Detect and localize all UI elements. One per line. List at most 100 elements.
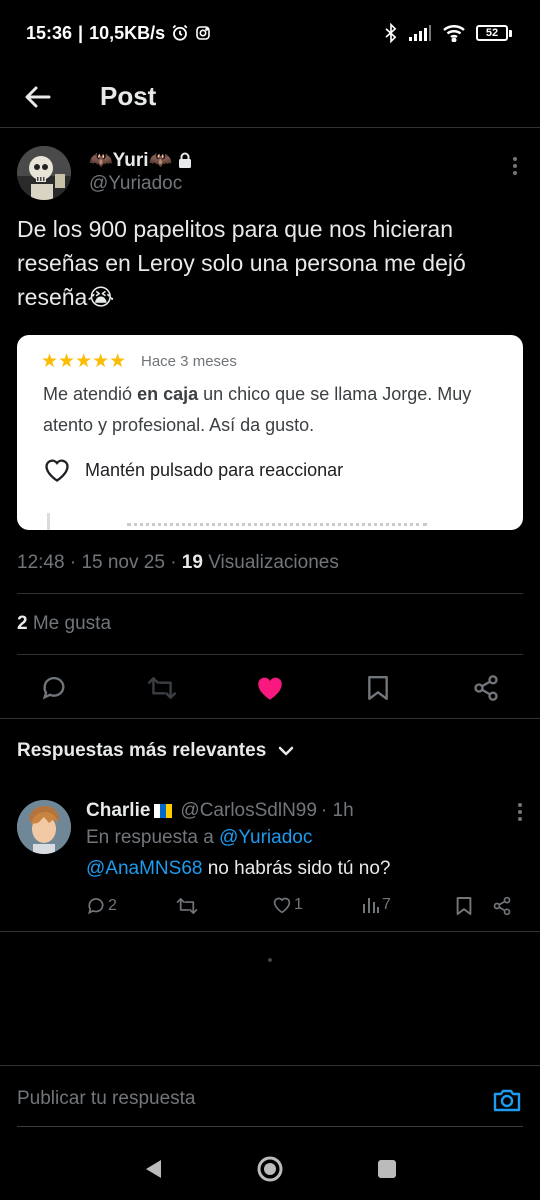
system-nav-bar [0, 1136, 540, 1200]
status-time: 15:36 [26, 22, 73, 43]
signal-icon [408, 24, 432, 42]
reply-repost-button[interactable] [176, 896, 198, 916]
post-image[interactable]: ★★★★★ Hace 3 meses Me atendió en caja un… [17, 335, 523, 530]
nav-recents-button[interactable] [370, 1152, 404, 1186]
post-time: 12:48 [17, 552, 65, 573]
bookmark-icon [456, 897, 472, 915]
reply-compose-input[interactable]: Publicar tu respuesta [17, 1088, 196, 1110]
reply-bookmark-button[interactable] [456, 896, 472, 916]
review-text-start: Me atendió [43, 384, 138, 404]
reply-text: @AnaMNS68 no habrás sido tú no? [86, 858, 390, 880]
share-icon [493, 896, 511, 916]
camera-button[interactable] [491, 1084, 523, 1116]
reply-like-count: 1 [294, 896, 303, 913]
reply-body: no habrás sido tú no? [202, 858, 391, 879]
reply-to-link[interactable]: @Yuriadoc [219, 827, 312, 848]
reply-to-line: En respuesta a @Yuriadoc [86, 827, 312, 849]
views-count: 19 [181, 552, 203, 573]
status-left: 15:36 | 10,5KB/s [26, 23, 211, 44]
divider-actions [0, 718, 540, 719]
camera-icon [493, 1089, 521, 1112]
likes-count: 2 [17, 613, 28, 634]
nav-back-button[interactable] [136, 1152, 170, 1186]
loading-indicator [268, 958, 272, 962]
replies-sort-label: Respuestas más relevantes [17, 740, 267, 761]
circle-home-icon [257, 1156, 283, 1182]
share-icon [474, 675, 498, 701]
page-title: Post [100, 81, 157, 111]
top-app-bar: Post [0, 66, 540, 128]
canary-flag-icon [154, 804, 173, 818]
reply-avatar[interactable] [17, 800, 71, 854]
divider-top [17, 593, 523, 594]
wifi-icon [442, 24, 466, 42]
post-action-bar [0, 660, 540, 716]
lock-icon [179, 152, 192, 168]
reply-share-button[interactable] [492, 896, 512, 916]
reply-author-handle[interactable]: @CarlosSdlN99 [180, 800, 317, 822]
alarm-icon [171, 24, 189, 42]
reply-icon [87, 898, 104, 915]
like-button[interactable] [242, 660, 298, 716]
arrow-left-icon [25, 86, 51, 107]
more-vertical-icon [513, 157, 517, 175]
back-button[interactable] [0, 66, 76, 128]
square-recents-icon [378, 1160, 396, 1178]
reply-button[interactable] [26, 660, 82, 716]
reply-more-button[interactable] [517, 802, 523, 827]
anime-avatar-image [17, 800, 71, 854]
bluetooth-icon [384, 23, 398, 43]
embed-cut-text [127, 523, 427, 527]
network-speed: 10,5KB/s [89, 22, 166, 43]
skeleton-avatar-image [17, 146, 71, 200]
triangle-back-icon [146, 1160, 161, 1178]
rating-stars: ★★★★★ [41, 351, 127, 372]
divider-likes [17, 654, 523, 655]
embed-divider [47, 513, 50, 530]
heart-outline-icon [273, 897, 291, 914]
post-meta: 12:48 · 15 nov 25 · 19 Visualizaciones [17, 552, 339, 574]
mention-link[interactable]: @AnaMNS68 [86, 858, 202, 879]
repost-icon [147, 677, 177, 699]
reply-reply-button[interactable]: 2 [86, 896, 117, 916]
review-text-bold: en caja [137, 384, 199, 404]
reply-item[interactable]: Charlie @CarlosSdlN99 · 1h En respuesta … [0, 784, 540, 932]
replies-sort-dropdown[interactable]: Respuestas más relevantes [17, 740, 294, 762]
post-more-button[interactable] [503, 154, 527, 178]
review-age: Hace 3 meses [141, 353, 237, 370]
author-handle[interactable]: @Yuriadoc [89, 173, 182, 195]
repost-icon [176, 898, 198, 914]
heart-filled-icon [258, 677, 282, 700]
chevron-down-icon [279, 746, 294, 756]
reply-header: Charlie @CarlosSdlN99 · 1h [86, 800, 354, 822]
reply-like-button[interactable]: 1 [272, 896, 303, 914]
bookmark-icon [368, 675, 388, 701]
react-row: Mantén pulsado para reaccionar [43, 457, 343, 483]
instagram-icon [195, 25, 211, 41]
status-separator: | [78, 22, 84, 43]
battery-icon: 52 [476, 25, 512, 41]
reply-icon [42, 677, 65, 700]
bookmark-button[interactable] [350, 660, 406, 716]
battery-tip [509, 29, 512, 37]
battery-level: 52 [476, 25, 508, 41]
post-author: 🦇Yuri🦇 @Yuriadoc [17, 146, 527, 202]
reply-action-bar: 2 1 7 [86, 896, 526, 920]
author-name[interactable]: 🦇Yuri🦇 [89, 148, 192, 172]
repost-button[interactable] [134, 660, 190, 716]
heart-outline-icon [45, 459, 69, 482]
compose-underline [17, 1126, 523, 1127]
reply-author-name[interactable]: Charlie [86, 800, 150, 822]
views-label: Visualizaciones [208, 552, 339, 573]
author-avatar[interactable] [17, 146, 71, 200]
nav-home-button[interactable] [253, 1152, 287, 1186]
likes-summary[interactable]: 2 Me gusta [17, 613, 111, 635]
views-chart-icon [363, 898, 379, 913]
reply-views-button[interactable]: 7 [362, 896, 391, 914]
reply-to-label: En respuesta a [86, 827, 214, 848]
more-vertical-icon [518, 803, 522, 821]
react-label: Mantén pulsado para reaccionar [85, 459, 344, 480]
share-button[interactable] [458, 660, 514, 716]
reply-view-count: 7 [382, 896, 391, 913]
post-date: 15 nov 25 [81, 552, 165, 573]
